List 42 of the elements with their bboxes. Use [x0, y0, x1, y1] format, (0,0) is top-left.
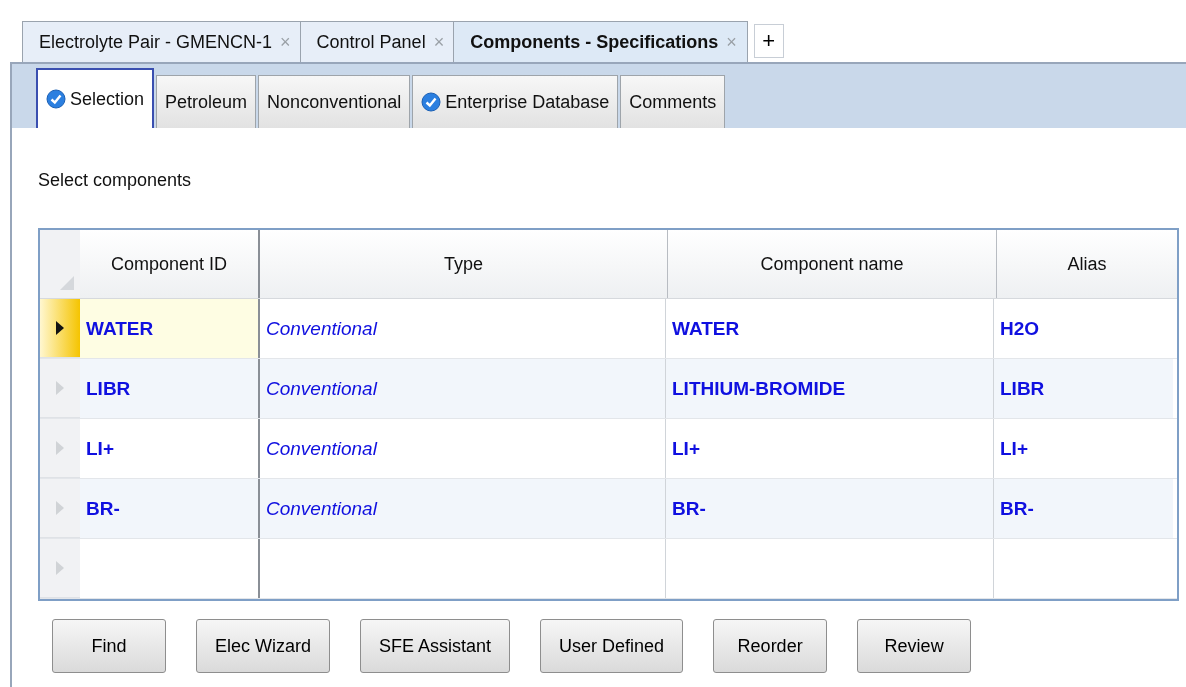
table-cell: BR- [80, 479, 258, 538]
new-entry-row[interactable] [40, 539, 1177, 599]
table-cell: LIBR [993, 359, 1173, 418]
column-header[interactable]: Type [258, 230, 667, 298]
action-button[interactable]: SFE Assistant [360, 619, 511, 673]
row-arrow-icon [56, 381, 64, 395]
current-row-icon [56, 321, 64, 335]
table-cell: LITHIUM-BROMIDE [665, 359, 993, 418]
form-tab[interactable]: Petroleum [156, 75, 257, 128]
document-tab[interactable]: Control Panel × [299, 21, 456, 62]
row-arrow-icon [56, 441, 64, 455]
action-button[interactable]: Reorder [713, 619, 828, 673]
table-cell: H2O [993, 299, 1173, 358]
table-cell: Conventional [258, 359, 665, 418]
table-cell: BR- [993, 479, 1173, 538]
form-tab[interactable]: Comments [620, 75, 726, 128]
row-arrow-icon [56, 501, 64, 515]
action-button[interactable]: Find [52, 619, 166, 673]
new-tab-button[interactable]: + [753, 24, 784, 58]
table-cell: LIBR [80, 359, 258, 418]
row-header[interactable] [40, 299, 80, 358]
table-cell: WATER [665, 299, 993, 358]
form-tab[interactable]: Enterprise Database [412, 75, 619, 128]
column-header[interactable]: Alias [996, 230, 1177, 298]
table-cell-text: LI+ [85, 436, 115, 461]
action-button[interactable]: Review [857, 619, 972, 673]
section-label: Select components [38, 169, 193, 192]
table-cell: LI+ [665, 419, 993, 478]
document-tab[interactable]: Components - Specifications × [453, 21, 748, 62]
column-header[interactable]: Component name [667, 230, 996, 298]
action-button[interactable]: Elec Wizard [196, 619, 331, 673]
table-cell: WATER [80, 299, 258, 358]
corner-icon [60, 276, 74, 290]
column-header[interactable]: Component ID [80, 230, 258, 298]
action-button[interactable]: User Defined [540, 619, 684, 673]
form-tab[interactable]: Nonconventional [258, 75, 411, 128]
form-tab[interactable]: Selection [36, 68, 155, 128]
table-cell: BR- [665, 479, 993, 538]
table-cell: LI+ [993, 419, 1173, 478]
table-cell: Conventional [258, 479, 665, 538]
row-arrow-icon [56, 561, 64, 575]
document-tab[interactable]: Electrolyte Pair - GMENCN-1 × [22, 21, 302, 62]
